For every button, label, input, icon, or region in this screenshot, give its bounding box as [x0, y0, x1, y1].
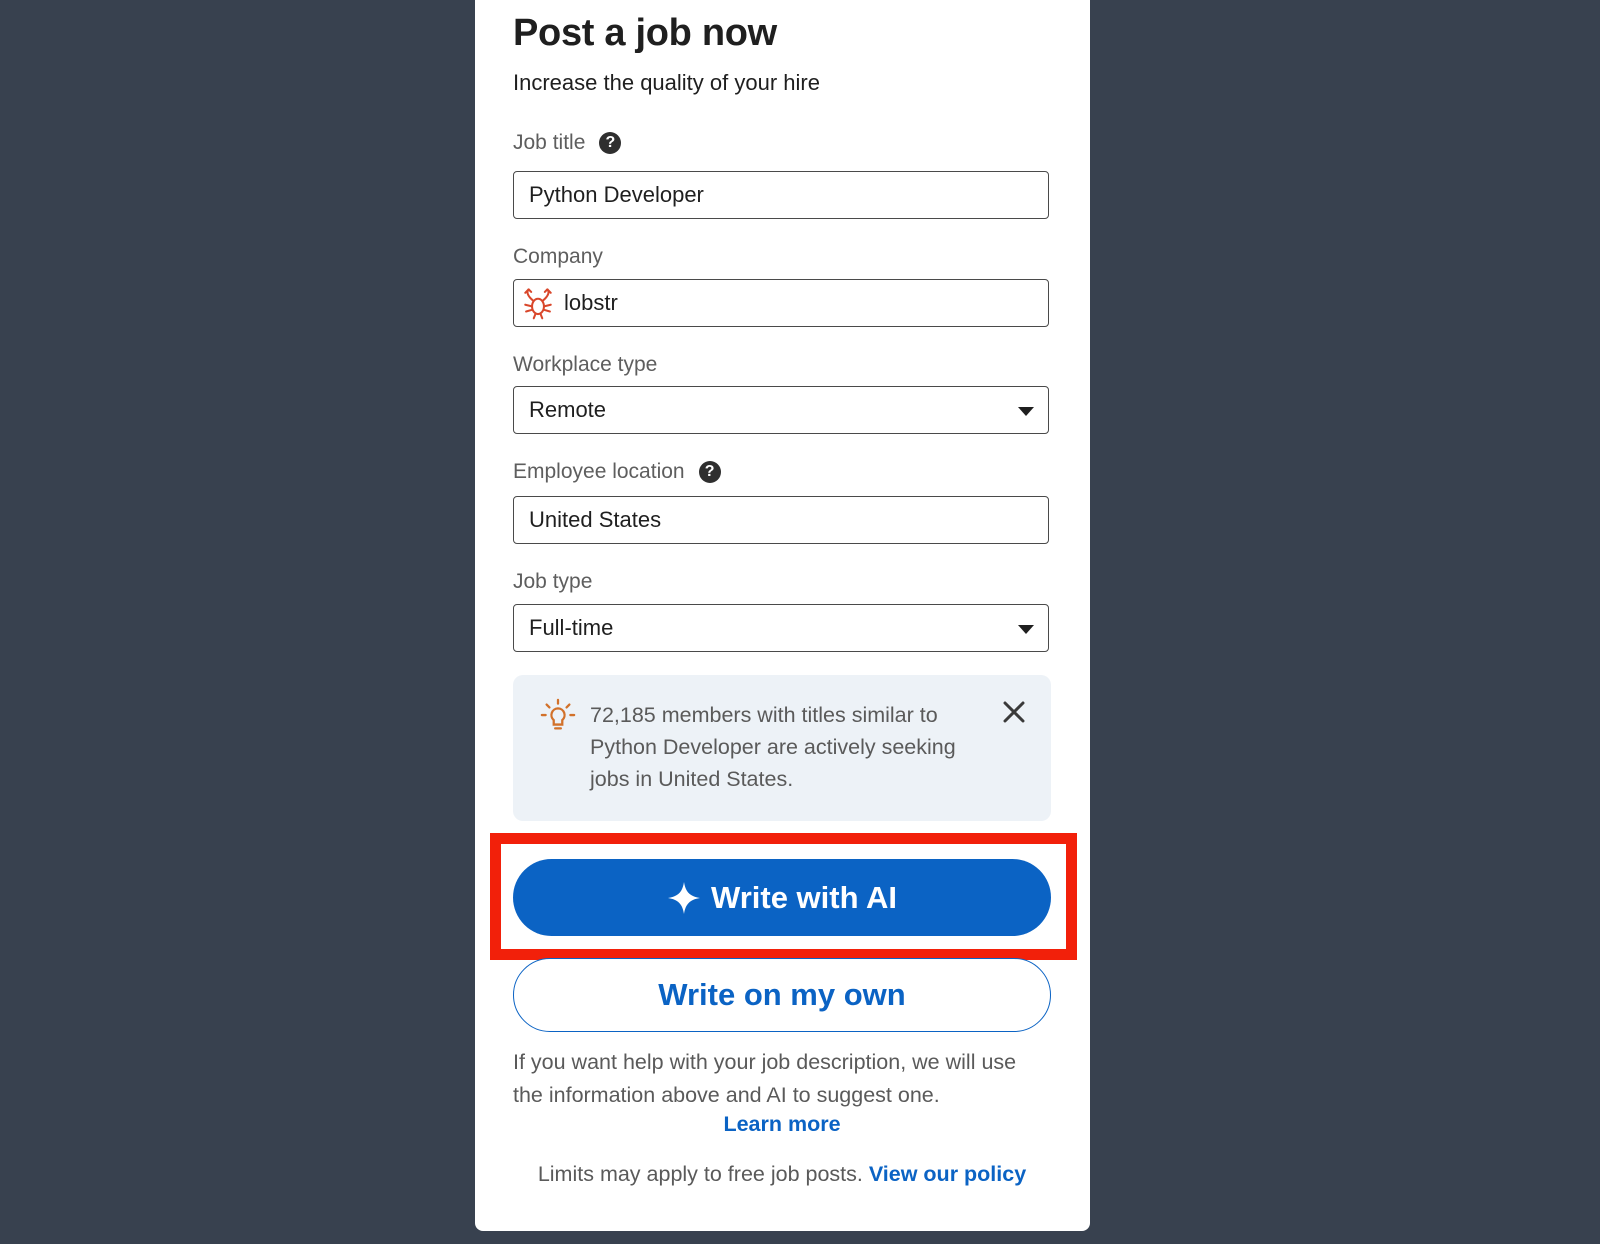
workplace-type-select[interactable]: Remote — [513, 386, 1049, 434]
job-type-select[interactable]: Full-time — [513, 604, 1049, 652]
company-label: Company — [513, 245, 603, 269]
job-type-value: Full-time — [529, 615, 614, 640]
learn-more-link[interactable]: Learn more — [513, 1112, 1051, 1137]
employee-location-label: Employee location ? — [513, 460, 721, 484]
employee-location-input[interactable]: United States — [513, 496, 1049, 544]
page-subtitle: Increase the quality of your hire — [513, 70, 820, 95]
workplace-type-label: Workplace type — [513, 353, 657, 377]
job-title-help-icon[interactable]: ? — [599, 132, 622, 154]
lobster-logo-icon — [524, 288, 552, 320]
job-title-label: Job title ? — [513, 131, 622, 155]
lightbulb-icon — [540, 698, 576, 730]
post-job-card: Post a job now Increase the quality of y… — [475, 0, 1090, 1231]
workplace-type-label-text: Workplace type — [513, 353, 658, 376]
insight-banner: 72,185 members with titles similar to Py… — [513, 675, 1051, 821]
sparkle-icon — [668, 881, 700, 914]
company-input[interactable]: lobstr — [513, 279, 1049, 327]
job-title-label-text: Job title — [513, 131, 586, 154]
chevron-down-icon — [1018, 407, 1034, 416]
limits-notice: Limits may apply to free job posts. View… — [513, 1162, 1051, 1187]
page-title: Post a job now — [513, 12, 777, 54]
write-with-ai-button[interactable]: Write with AI — [513, 859, 1051, 936]
workplace-type-value: Remote — [529, 397, 607, 422]
view-policy-link[interactable]: View our policy — [869, 1162, 1026, 1186]
insight-text: 72,185 members with titles similar to Py… — [590, 703, 956, 791]
ai-help-text: If you want help with your job descripti… — [513, 1050, 1017, 1107]
job-title-input[interactable]: Python Developer — [513, 171, 1049, 219]
job-type-label-text: Job type — [513, 570, 593, 593]
employee-location-value: United States — [529, 507, 662, 532]
limits-text: Limits may apply to free job posts. — [537, 1162, 863, 1186]
employee-location-help-icon[interactable]: ? — [698, 461, 721, 483]
company-label-text: Company — [513, 245, 603, 268]
job-type-label: Job type — [513, 570, 592, 594]
job-title-value: Python Developer — [529, 182, 704, 207]
chevron-down-icon — [1018, 625, 1034, 634]
company-value: lobstr — [564, 290, 618, 315]
close-icon[interactable] — [1001, 699, 1027, 725]
write-on-my-own-button[interactable]: Write on my own — [513, 958, 1051, 1032]
employee-location-label-text: Employee location — [513, 460, 685, 483]
write-with-ai-label: Write with AI — [711, 879, 897, 915]
